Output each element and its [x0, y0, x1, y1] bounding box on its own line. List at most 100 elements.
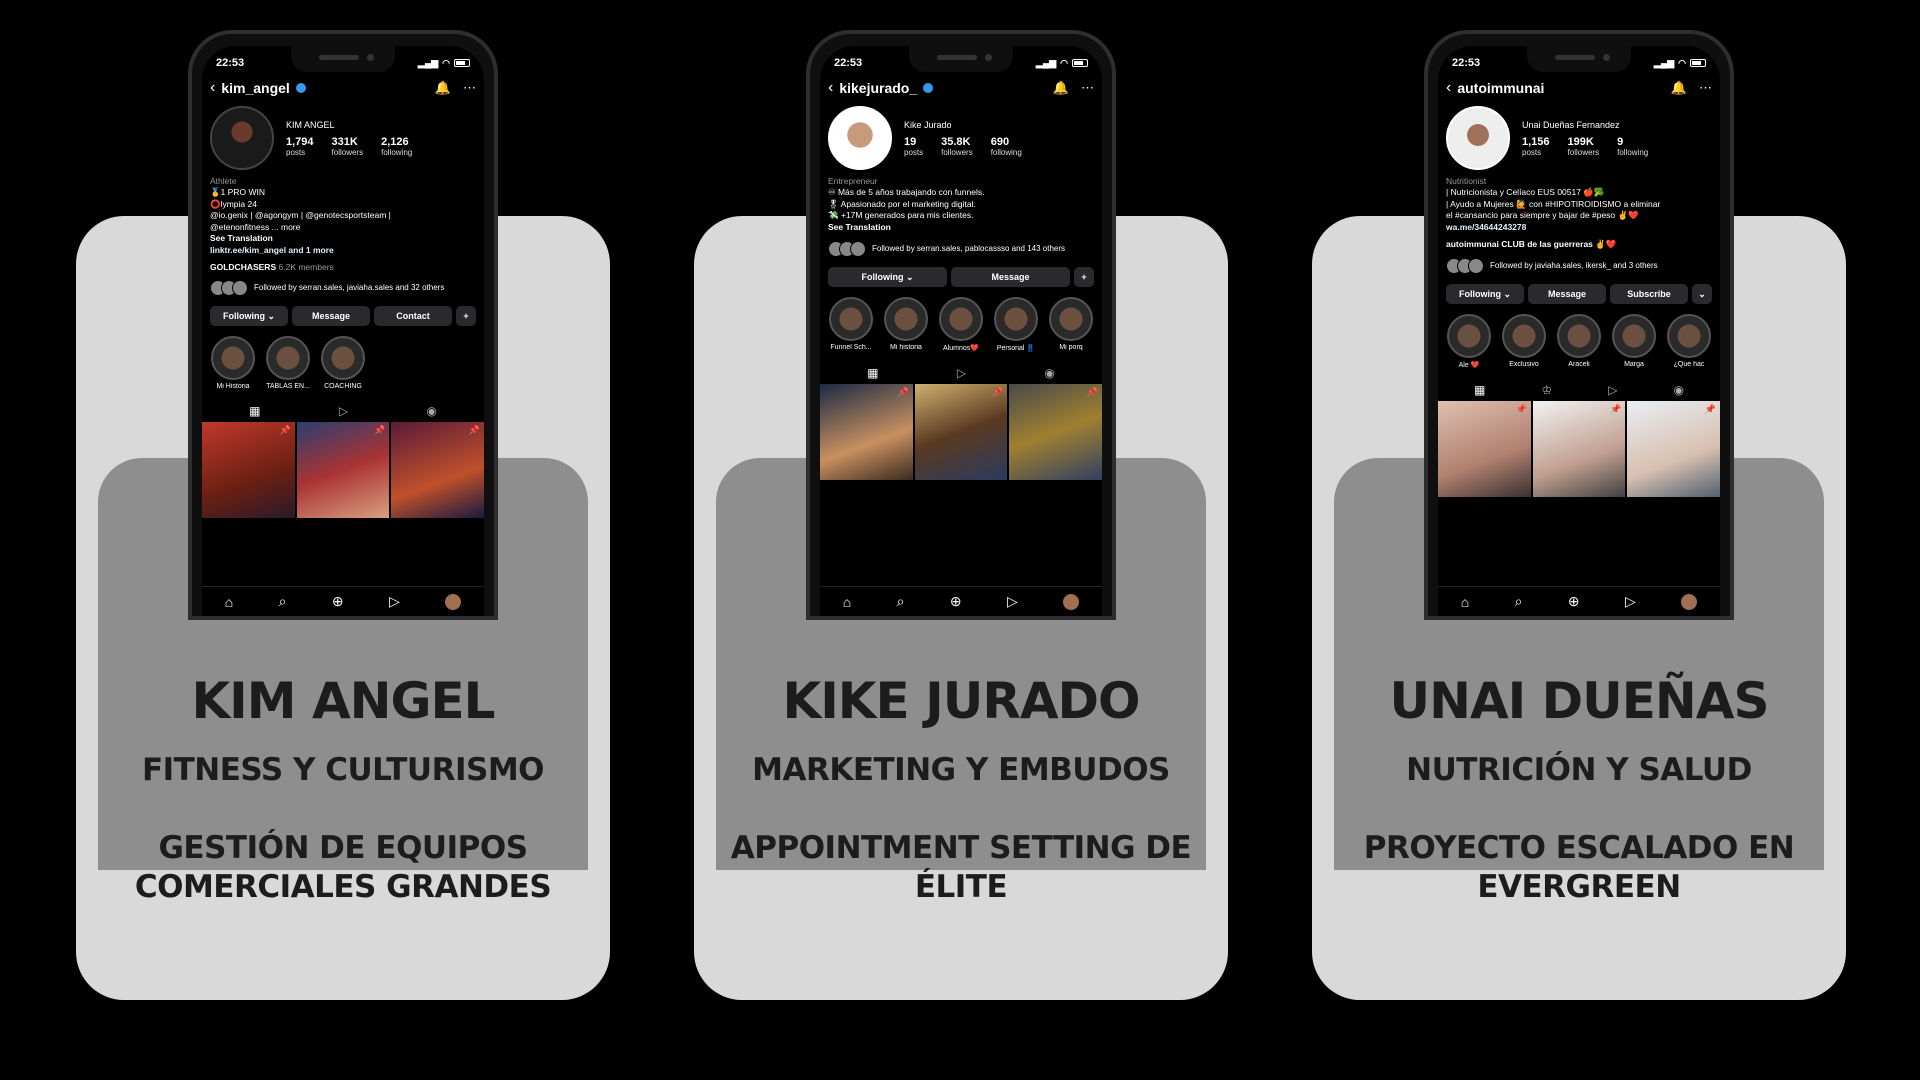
create-post-icon[interactable]: ⊕ [332, 593, 344, 610]
grid-tab-icon[interactable]: ▦ [249, 404, 260, 418]
following-button[interactable]: Following ⌄ [828, 267, 947, 288]
stat-followers[interactable]: 199K followers [1568, 136, 1600, 157]
client-service: APPOINTMENT SETTING DE ÉLITE [730, 830, 1192, 905]
see-translation-link[interactable]: See Translation [828, 222, 1094, 233]
create-post-icon[interactable]: ⊕ [1568, 593, 1580, 610]
profile-summary: KIM ANGEL 1,794 posts 331K followers 2,126… [210, 106, 476, 170]
highlight-item[interactable]: Mi Historia [210, 336, 256, 390]
highlight-item[interactable]: Araceli [1556, 314, 1602, 369]
community-channel[interactable]: GOLDCHASERS 6.2K members [210, 262, 476, 272]
card-caption: UNAI DUEÑAS NUTRICIÓN Y SALUD PROYECTO E… [1312, 676, 1846, 907]
search-icon[interactable]: ⌕ [279, 593, 287, 610]
home-icon[interactable]: ⌂ [843, 594, 851, 610]
profile-stats: 19 posts 35.8K followers 690 following [904, 136, 1094, 157]
home-icon[interactable]: ⌂ [225, 594, 233, 610]
contact-button[interactable]: Contact [374, 306, 452, 327]
profile-avatar[interactable] [210, 106, 274, 170]
highlight-item[interactable]: Personal 👖 [993, 297, 1039, 352]
grid-tab-icon[interactable]: ▦ [1474, 383, 1485, 397]
notification-bell-icon[interactable]: 🔔 [1671, 80, 1687, 96]
community-channel[interactable]: autoimmunai CLUB de las guerreras ✌️❤️ [1446, 239, 1712, 250]
post-thumbnail[interactable]: 📌 [296, 422, 390, 519]
highlight-item[interactable]: Marga [1611, 314, 1657, 369]
back-arrow-icon[interactable]: ‹ [210, 80, 215, 96]
highlight-item[interactable]: Mi porq [1048, 297, 1094, 352]
profile-avatar[interactable] [1446, 106, 1510, 170]
reels-tab-icon[interactable]: ▷ [339, 404, 348, 418]
message-button[interactable]: Message [951, 267, 1070, 288]
bio-link[interactable]: linktr.ee/kim_angel and 1 more [210, 245, 476, 256]
highlight-item[interactable]: ¿Que hac [1666, 314, 1712, 369]
post-thumbnail[interactable]: 📌 [1438, 401, 1531, 498]
highlight-item[interactable]: TABLAS EN... [265, 336, 311, 390]
stat-following[interactable]: 9 following [1617, 136, 1648, 157]
bio-line: ⭕lympia 24 [210, 198, 257, 209]
search-icon[interactable]: ⌕ [1515, 593, 1523, 610]
create-post-icon[interactable]: ⊕ [950, 593, 962, 610]
post-thumbnail[interactable]: 📌 [202, 422, 295, 519]
tagged-tab-icon[interactable]: ◉ [1673, 383, 1683, 397]
followed-by[interactable]: Followed by serran.sales, javiaha.sales … [210, 280, 476, 297]
home-icon[interactable]: ⌂ [1461, 594, 1469, 610]
highlight-item[interactable]: Exclusivo [1501, 314, 1547, 369]
reels-icon[interactable]: ▷ [1007, 593, 1018, 610]
message-button[interactable]: Message [1528, 284, 1606, 305]
followed-by[interactable]: Followed by javiaha.sales, ikersk_ and 3… [1446, 258, 1712, 275]
stat-posts[interactable]: 19 posts [904, 136, 923, 157]
grid-tab-icon[interactable]: ▦ [867, 366, 878, 380]
post-thumbnail[interactable]: 📌 [1532, 401, 1626, 498]
post-thumbnail[interactable]: 📌 [391, 422, 484, 519]
back-arrow-icon[interactable]: ‹ [1446, 80, 1451, 96]
post-thumbnail[interactable]: 📌 [914, 384, 1008, 481]
more-options-icon[interactable]: ⋯ [1699, 80, 1712, 96]
stat-following[interactable]: 2,126 following [381, 136, 412, 157]
more-options-icon[interactable]: ⋯ [463, 80, 476, 96]
see-translation-link[interactable]: See Translation [210, 233, 476, 244]
profile-nav-avatar[interactable] [1063, 593, 1080, 610]
highlight-item[interactable]: COACHING [320, 336, 366, 390]
mini-avatar [850, 241, 866, 258]
profile-avatar[interactable] [828, 106, 892, 170]
post-thumbnail[interactable]: 📌 [1627, 401, 1720, 498]
highlight-item[interactable]: Alumnos❤️ [938, 297, 984, 352]
post-thumbnail[interactable]: 📌 [820, 384, 913, 481]
more-options-icon[interactable]: ⋯ [1081, 80, 1094, 96]
search-icon[interactable]: ⌕ [897, 593, 905, 610]
notification-bell-icon[interactable]: 🔔 [1053, 80, 1069, 96]
reels-icon[interactable]: ▷ [389, 593, 400, 610]
message-button[interactable]: Message [292, 306, 370, 327]
subscriptions-tab-icon[interactable]: ♔ [1541, 383, 1552, 397]
add-person-icon[interactable]: + [1074, 267, 1094, 288]
tagged-tab-icon[interactable]: ◉ [426, 404, 436, 418]
post-thumbnail[interactable]: 📌 [1009, 384, 1102, 481]
reels-icon[interactable]: ▷ [1625, 593, 1636, 610]
stat-followers[interactable]: 331K followers [332, 136, 364, 157]
stat-followers[interactable]: 35.8K followers [941, 136, 973, 157]
chevron-down-icon[interactable]: ⌄ [1692, 284, 1712, 305]
followed-by[interactable]: Followed by serran.sales, pablocassso an… [828, 241, 1094, 258]
following-button[interactable]: Following ⌄ [1446, 284, 1524, 305]
following-button[interactable]: Following ⌄ [210, 306, 288, 327]
stat-following[interactable]: 690 following [991, 136, 1022, 157]
back-arrow-icon[interactable]: ‹ [828, 80, 833, 96]
tagged-tab-icon[interactable]: ◉ [1044, 366, 1054, 380]
pin-icon: 📌 [468, 425, 480, 436]
profile-nav-avatar[interactable] [1681, 593, 1698, 610]
highlight-item[interactable]: Mi historia [883, 297, 929, 352]
highlight-item[interactable]: Funnel Sch... [828, 297, 874, 352]
notification-bell-icon[interactable]: 🔔 [435, 80, 451, 96]
instagram-screen: 22:53 ▂▄▆ ◠ ‹ kim_angel 🔔 ⋯ KIM ANGEL 1,… [202, 46, 484, 616]
reels-tab-icon[interactable]: ▷ [1608, 383, 1617, 397]
card-column-kike-jurado: KIKE JURADO MARKETING Y EMBUDOS APPOINTM… [694, 0, 1228, 1000]
bio-link[interactable]: wa.me/34644243278 [1446, 222, 1712, 233]
reels-tab-icon[interactable]: ▷ [957, 366, 966, 380]
stat-posts[interactable]: 1,156 posts [1522, 136, 1550, 157]
subscribe-button[interactable]: Subscribe [1610, 284, 1688, 305]
highlight-item[interactable]: Ale ❤️ [1446, 314, 1492, 369]
verified-badge-icon [923, 83, 934, 93]
stat-posts[interactable]: 1,794 posts [286, 136, 314, 157]
add-person-icon[interactable]: + [456, 306, 476, 327]
post-grid: 📌 📌 📌 [1438, 401, 1720, 498]
profile-nav-avatar[interactable] [445, 593, 462, 610]
bio-line: 🥇1 PRO WIN [210, 187, 265, 198]
